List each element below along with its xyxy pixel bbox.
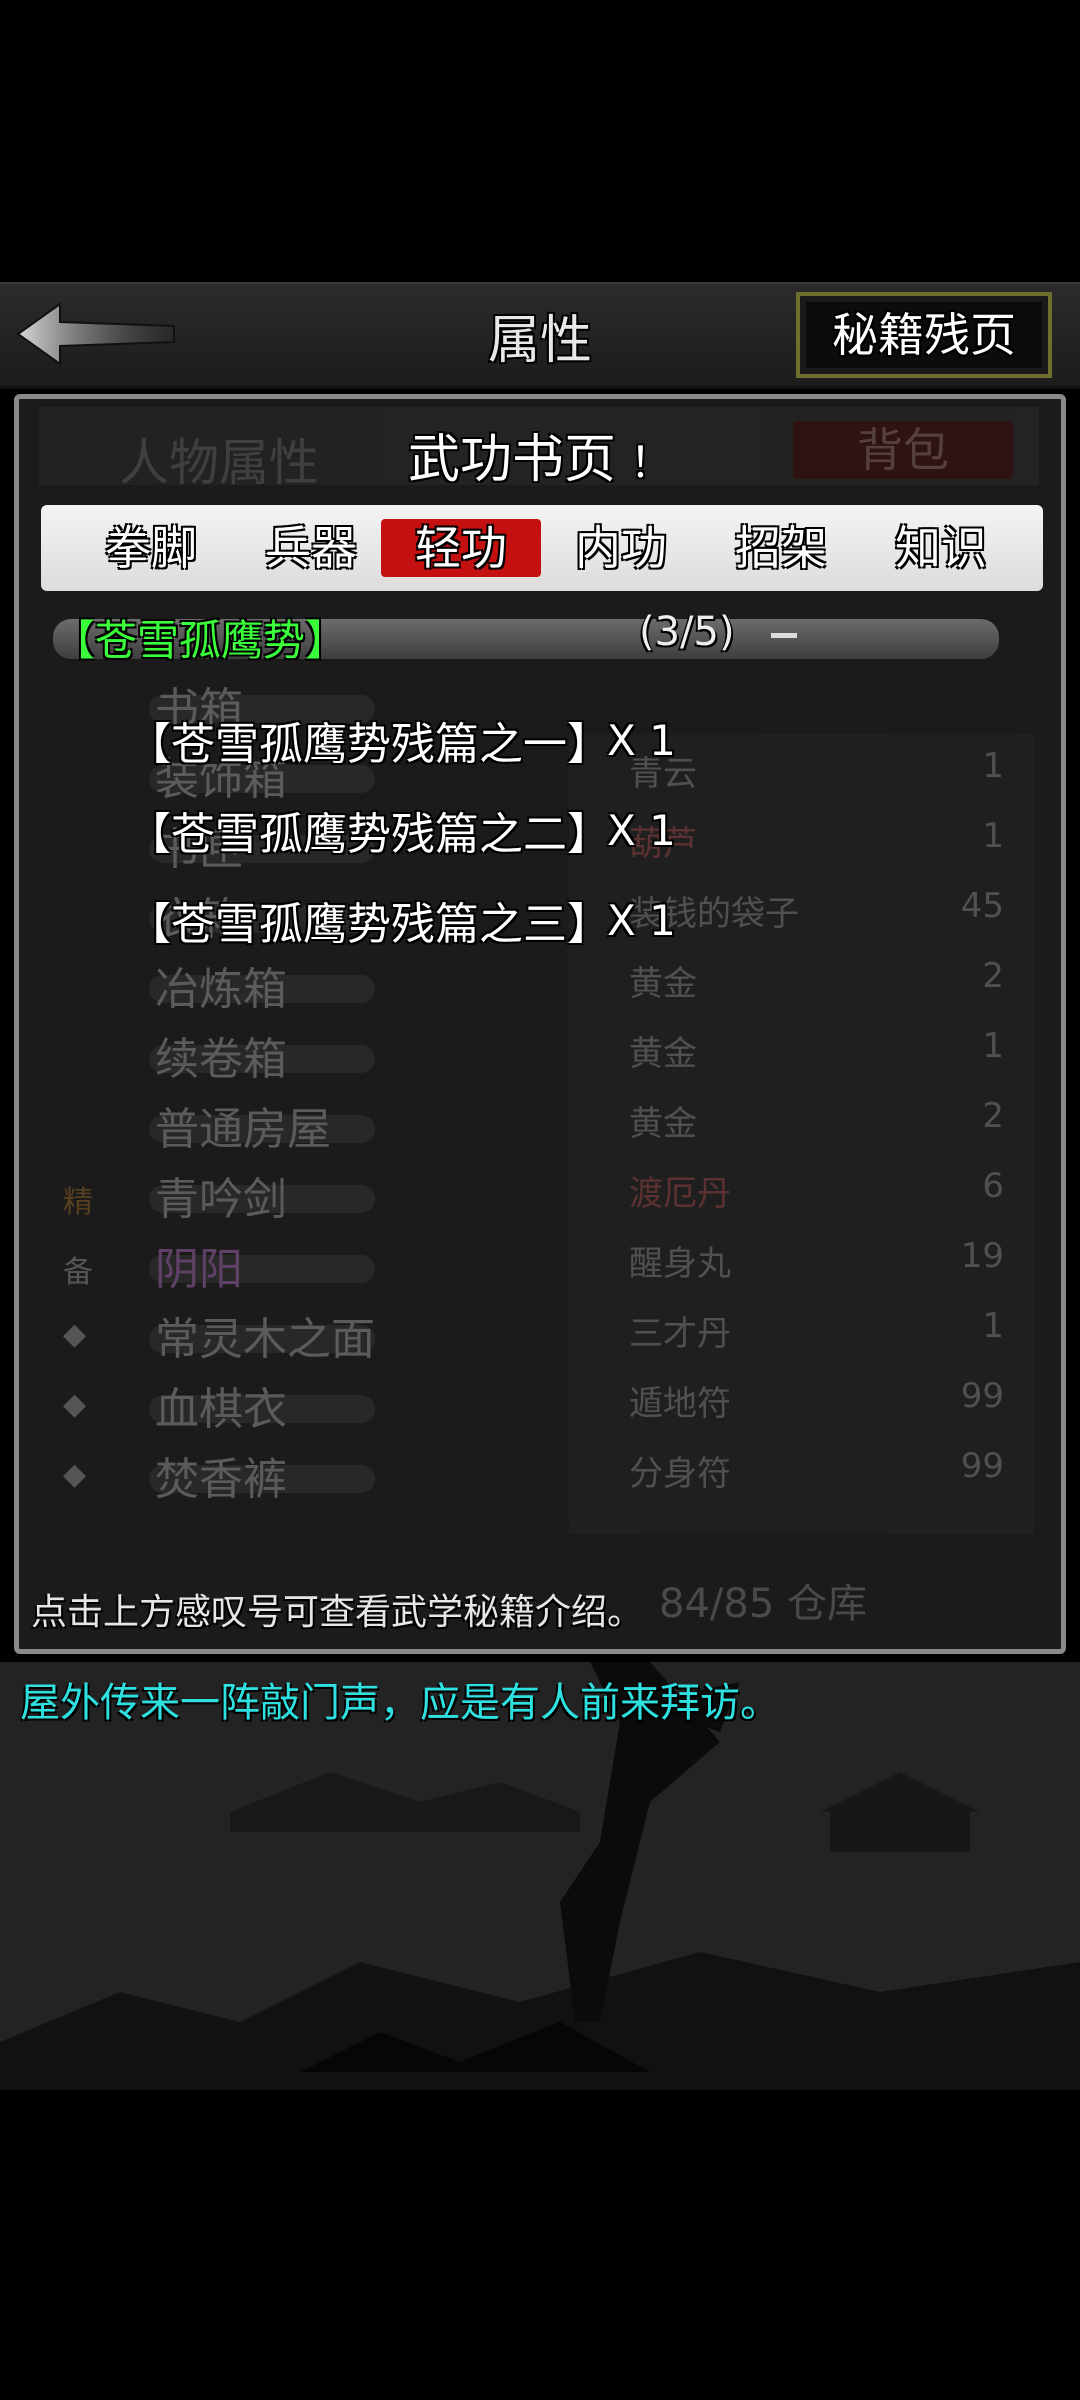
item-name: 普通房屋 (155, 1104, 331, 1155)
background-list-item: ◆ 常灵木之面 (59, 1299, 379, 1369)
page-quantity: X 1 (607, 715, 676, 765)
background-list-item: ◆ 焚香裤 (59, 1439, 379, 1509)
item-name: 续卷箱 (155, 1034, 287, 1085)
background-detail-row: 醒身丸 19 (569, 1224, 1034, 1294)
page-quantity: X 1 (607, 895, 676, 945)
info-exclamation-icon[interactable]: ！ (630, 438, 672, 487)
page-list: 【苍雪孤鹰势残篇之一】 X 1 【苍雪孤鹰势残篇之二】 X 1 【苍雪孤鹰势残篇之三】 X… (127, 695, 676, 965)
item-name: 焚香裤 (155, 1454, 287, 1505)
item-name: 阴阳 (155, 1244, 243, 1295)
background-detail-row: 分身符 99 (569, 1434, 1034, 1504)
event-log-message: 屋外传来一阵敲门声，应是有人前来拜访。 (20, 1680, 780, 1726)
dialog-title-text: 武功书页 (407, 430, 616, 490)
secret-pages-button[interactable]: 秘籍残页 (796, 292, 1052, 378)
item-bar (149, 1465, 375, 1493)
item-bar (149, 1395, 375, 1423)
background-list-item: 普通房屋 (59, 1089, 379, 1159)
page-quantity: X 1 (607, 805, 676, 855)
detail-qty: 99 (960, 1446, 1004, 1486)
detail-qty: 45 (960, 886, 1004, 926)
page-item[interactable]: 【苍雪孤鹰势残篇之一】 X 1 (127, 695, 676, 785)
item-name: 常灵木之面 (155, 1314, 375, 1365)
detail-name: 渡厄丹 (629, 1174, 731, 1214)
group-name: 【苍雪孤鹰势】 (53, 616, 348, 665)
detail-qty: 1 (982, 1026, 1004, 1066)
item-bar (149, 1045, 375, 1073)
item-name: 青吟剑 (155, 1174, 287, 1225)
group-progress: (3/5) (639, 609, 735, 655)
item-bar (149, 1185, 375, 1213)
tab-3[interactable]: 内功 (541, 519, 701, 577)
item-bar (149, 975, 375, 1003)
detail-name: 分身符 (629, 1454, 731, 1494)
page-name: 【苍雪孤鹰势残篇之二】 (127, 809, 611, 860)
item-mark: ◆ (63, 1457, 87, 1492)
top-bar: 属性 秘籍残页 (0, 282, 1080, 389)
item-mark: 精 (63, 1185, 93, 1220)
background-list-item: 备 阴阳 (59, 1229, 379, 1299)
item-mark: ◆ (63, 1387, 87, 1422)
tab-1[interactable]: 兵器 (231, 519, 391, 577)
detail-qty: 99 (960, 1376, 1004, 1416)
background-list-item: 续卷箱 (59, 1019, 379, 1089)
background-detail-row: 三才丹 1 (569, 1294, 1034, 1364)
item-bar (149, 1115, 375, 1143)
page-name: 【苍雪孤鹰势残篇之一】 (127, 719, 611, 770)
background-list-item: 精 青吟剑 (59, 1159, 379, 1229)
detail-qty: 2 (982, 956, 1004, 996)
item-name: 血棋衣 (155, 1384, 287, 1435)
detail-name: 遁地符 (629, 1384, 731, 1424)
detail-name: 黄金 (629, 1104, 697, 1144)
detail-qty: 2 (982, 1096, 1004, 1136)
detail-qty: 6 (982, 1166, 1004, 1206)
item-bar (149, 1255, 375, 1283)
background-list-item: ◆ 血棋衣 (59, 1369, 379, 1439)
dialog-title: 武功书页 ！ (19, 417, 1061, 492)
detail-name: 醒身丸 (629, 1244, 731, 1284)
detail-qty: 1 (982, 816, 1004, 856)
item-bar (149, 1325, 375, 1353)
page-item[interactable]: 【苍雪孤鹰势残篇之三】 X 1 (127, 875, 676, 965)
background-detail-row: 黄金 2 (569, 1084, 1034, 1154)
main-panel: 人物属性 背包 书箱 装饰箱 书匣 衣箱 冶炼箱 续卷箱 普通房屋精青吟剑备阴阳 ◆ 常灵木之面… (14, 394, 1066, 1654)
tab-0[interactable]: 拳脚 (71, 519, 231, 577)
background-detail-row: 遁地符 99 (569, 1364, 1034, 1434)
item-mark: 备 (63, 1255, 93, 1290)
detail-qty: 1 (982, 746, 1004, 786)
collapse-minus-icon[interactable] (771, 633, 797, 638)
tab-5[interactable]: 知识 (861, 519, 1021, 577)
tab-2[interactable]: 轻功 (381, 519, 541, 577)
background-detail-row: 黄金 1 (569, 1014, 1034, 1084)
tab-4[interactable]: 招架 (701, 519, 861, 577)
category-tabbar: 拳脚 兵器 轻功 内功 招架 知识 (41, 505, 1043, 591)
background-detail-row: 渡厄丹 6 (569, 1154, 1034, 1224)
page-item[interactable]: 【苍雪孤鹰势残篇之二】 X 1 (127, 785, 676, 875)
page-name: 【苍雪孤鹰势残篇之三】 (127, 899, 611, 950)
hint-text: 点击上方感叹号可查看武学秘籍介绍。 (31, 1592, 644, 1633)
warehouse-capacity: 84/85 仓库 (659, 1581, 867, 1627)
detail-qty: 19 (960, 1236, 1004, 1276)
detail-name: 黄金 (629, 1034, 697, 1074)
detail-name: 三才丹 (629, 1314, 731, 1354)
item-mark: ◆ (63, 1317, 87, 1352)
detail-qty: 1 (982, 1306, 1004, 1346)
